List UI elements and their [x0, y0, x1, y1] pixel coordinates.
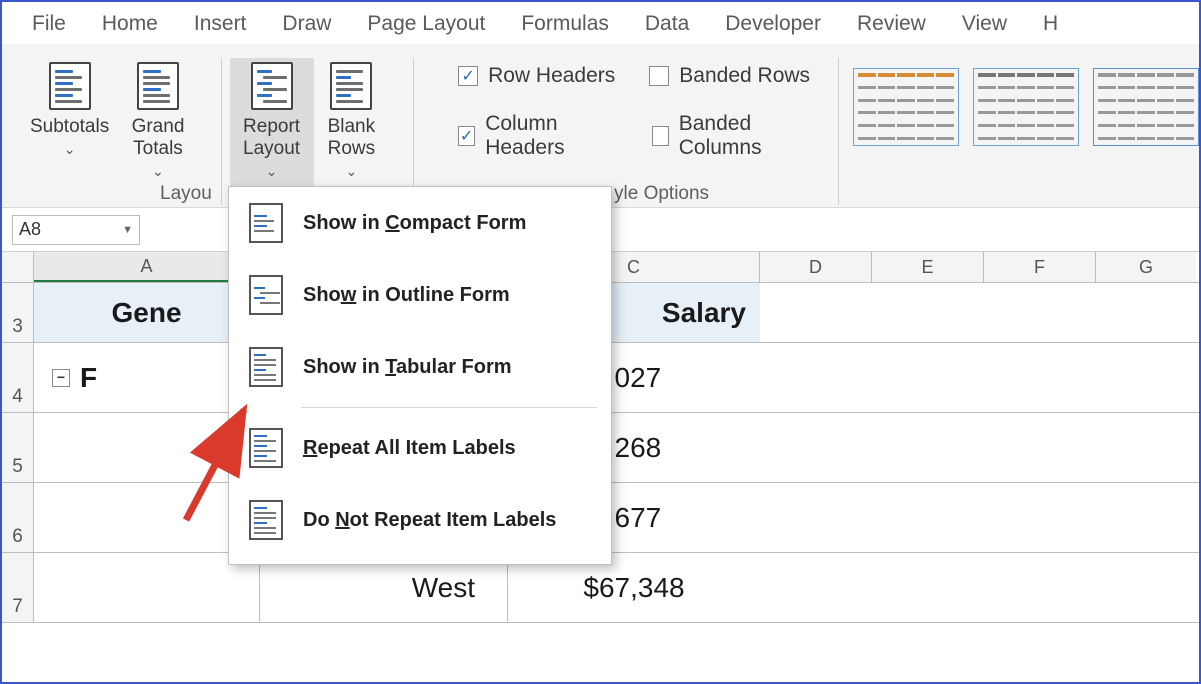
- ribbon-divider: [221, 58, 222, 205]
- menu-label: Show in Compact Form: [303, 212, 526, 235]
- cell-A4-value: F: [80, 362, 97, 394]
- chevron-down-icon: ⌄: [64, 141, 76, 157]
- pivot-style-option[interactable]: [1093, 68, 1199, 146]
- name-box[interactable]: A8 ▼: [12, 215, 140, 245]
- layout-icon: [249, 203, 283, 243]
- column-headers-checkbox[interactable]: ✓ Column Headers: [458, 112, 618, 160]
- banded-rows-label: Banded Rows: [679, 64, 810, 88]
- select-all-corner[interactable]: [2, 252, 34, 282]
- row-header-4[interactable]: 4: [2, 343, 34, 412]
- row-headers-label: Row Headers: [488, 64, 615, 88]
- layout-icon: [249, 275, 283, 315]
- menu-label: Show in Tabular Form: [303, 356, 512, 379]
- report-layout-icon: [251, 62, 293, 110]
- menu-developer[interactable]: Developer: [725, 12, 821, 36]
- banded-rows-checkbox[interactable]: Banded Rows: [649, 64, 810, 88]
- menu-label: Show in Outline Form: [303, 284, 510, 307]
- menu-show-tabular[interactable]: Show in Tabular Form: [229, 331, 611, 403]
- row-header-3[interactable]: 3: [2, 283, 34, 342]
- col-header-F[interactable]: F: [984, 252, 1096, 282]
- chevron-down-icon: ▼: [122, 224, 133, 236]
- menu-formulas[interactable]: Formulas: [521, 12, 609, 36]
- group-label-layout: Layou: [160, 183, 212, 205]
- blank-rows-label: BlankRows: [328, 116, 376, 159]
- blank-rows-button[interactable]: BlankRows ⌄: [314, 58, 390, 188]
- checkbox-empty-icon: [649, 66, 669, 86]
- grand-totals-button[interactable]: GrandTotals ⌄: [119, 58, 197, 188]
- col-header-D[interactable]: D: [760, 252, 872, 282]
- report-layout-button[interactable]: ReportLayout ⌄: [230, 58, 314, 188]
- name-box-value: A8: [19, 219, 41, 240]
- menu-bar: File Home Insert Draw Page Layout Formul…: [2, 2, 1199, 44]
- report-layout-dropdown: Show in Compact Form Show in Outline For…: [228, 186, 612, 565]
- pivot-style-options: ✓ Row Headers Banded Rows ✓ Column Heade…: [458, 64, 814, 160]
- menu-review[interactable]: Review: [857, 12, 926, 36]
- blank-rows-icon: [330, 62, 372, 110]
- chevron-down-icon: ⌄: [152, 163, 164, 179]
- banded-columns-checkbox[interactable]: Banded Columns: [652, 112, 815, 160]
- column-headers-label: Column Headers: [485, 112, 617, 160]
- checkbox-empty-icon: [652, 126, 669, 146]
- pivot-style-option[interactable]: [973, 68, 1079, 146]
- menu-view[interactable]: View: [962, 12, 1007, 36]
- menu-separator: [301, 407, 597, 408]
- checkbox-checked-icon: ✓: [458, 126, 475, 146]
- grand-totals-label: GrandTotals: [132, 116, 185, 159]
- pivot-styles-gallery: [853, 68, 1199, 146]
- col-header-E[interactable]: E: [872, 252, 984, 282]
- subtotals-icon: [49, 62, 91, 110]
- annotation-arrow: [174, 388, 274, 538]
- group-label-style-options: yle Options: [614, 183, 709, 205]
- menu-file[interactable]: File: [32, 12, 66, 36]
- checkbox-checked-icon: ✓: [458, 66, 478, 86]
- menu-label: Repeat All Item Labels: [303, 437, 516, 460]
- cell-A3[interactable]: Gene: [34, 283, 260, 342]
- col-header-A[interactable]: A: [34, 252, 260, 282]
- subtotals-button[interactable]: Subtotals ⌄: [20, 58, 119, 166]
- layout-icon: [249, 347, 283, 387]
- menu-truncated[interactable]: H: [1043, 12, 1058, 36]
- menu-no-repeat-labels[interactable]: Do Not Repeat Item Labels: [229, 484, 611, 556]
- report-layout-label: ReportLayout: [243, 116, 300, 159]
- subtotals-label: Subtotals: [30, 116, 109, 137]
- menu-draw[interactable]: Draw: [282, 12, 331, 36]
- chevron-down-icon: ⌄: [266, 163, 278, 179]
- menu-repeat-labels[interactable]: Repeat All Item Labels: [229, 412, 611, 484]
- menu-home[interactable]: Home: [102, 12, 158, 36]
- collapse-icon[interactable]: −: [52, 369, 70, 387]
- row-header-7[interactable]: 7: [2, 553, 34, 622]
- banded-columns-label: Banded Columns: [679, 112, 814, 160]
- row-headers-checkbox[interactable]: ✓ Row Headers: [458, 64, 615, 88]
- grand-totals-icon: [137, 62, 179, 110]
- ribbon-divider-3: [838, 58, 839, 205]
- row-header-5[interactable]: 5: [2, 413, 34, 482]
- ribbon-divider-2: [413, 58, 414, 205]
- pivot-style-option[interactable]: [853, 68, 959, 146]
- cell-A7[interactable]: [34, 553, 260, 622]
- col-header-G[interactable]: G: [1096, 252, 1196, 282]
- ribbon: Subtotals⌄ GrandTotals ⌄ ReportLayout ⌄ …: [2, 44, 1199, 208]
- chevron-down-icon: ⌄: [345, 163, 357, 179]
- menu-data[interactable]: Data: [645, 12, 689, 36]
- menu-show-compact[interactable]: Show in Compact Form: [229, 187, 611, 259]
- row-header-6[interactable]: 6: [2, 483, 34, 552]
- menu-show-outline[interactable]: Show in Outline Form: [229, 259, 611, 331]
- menu-page-layout[interactable]: Page Layout: [367, 12, 485, 36]
- menu-insert[interactable]: Insert: [194, 12, 247, 36]
- menu-label: Do Not Repeat Item Labels: [303, 509, 556, 532]
